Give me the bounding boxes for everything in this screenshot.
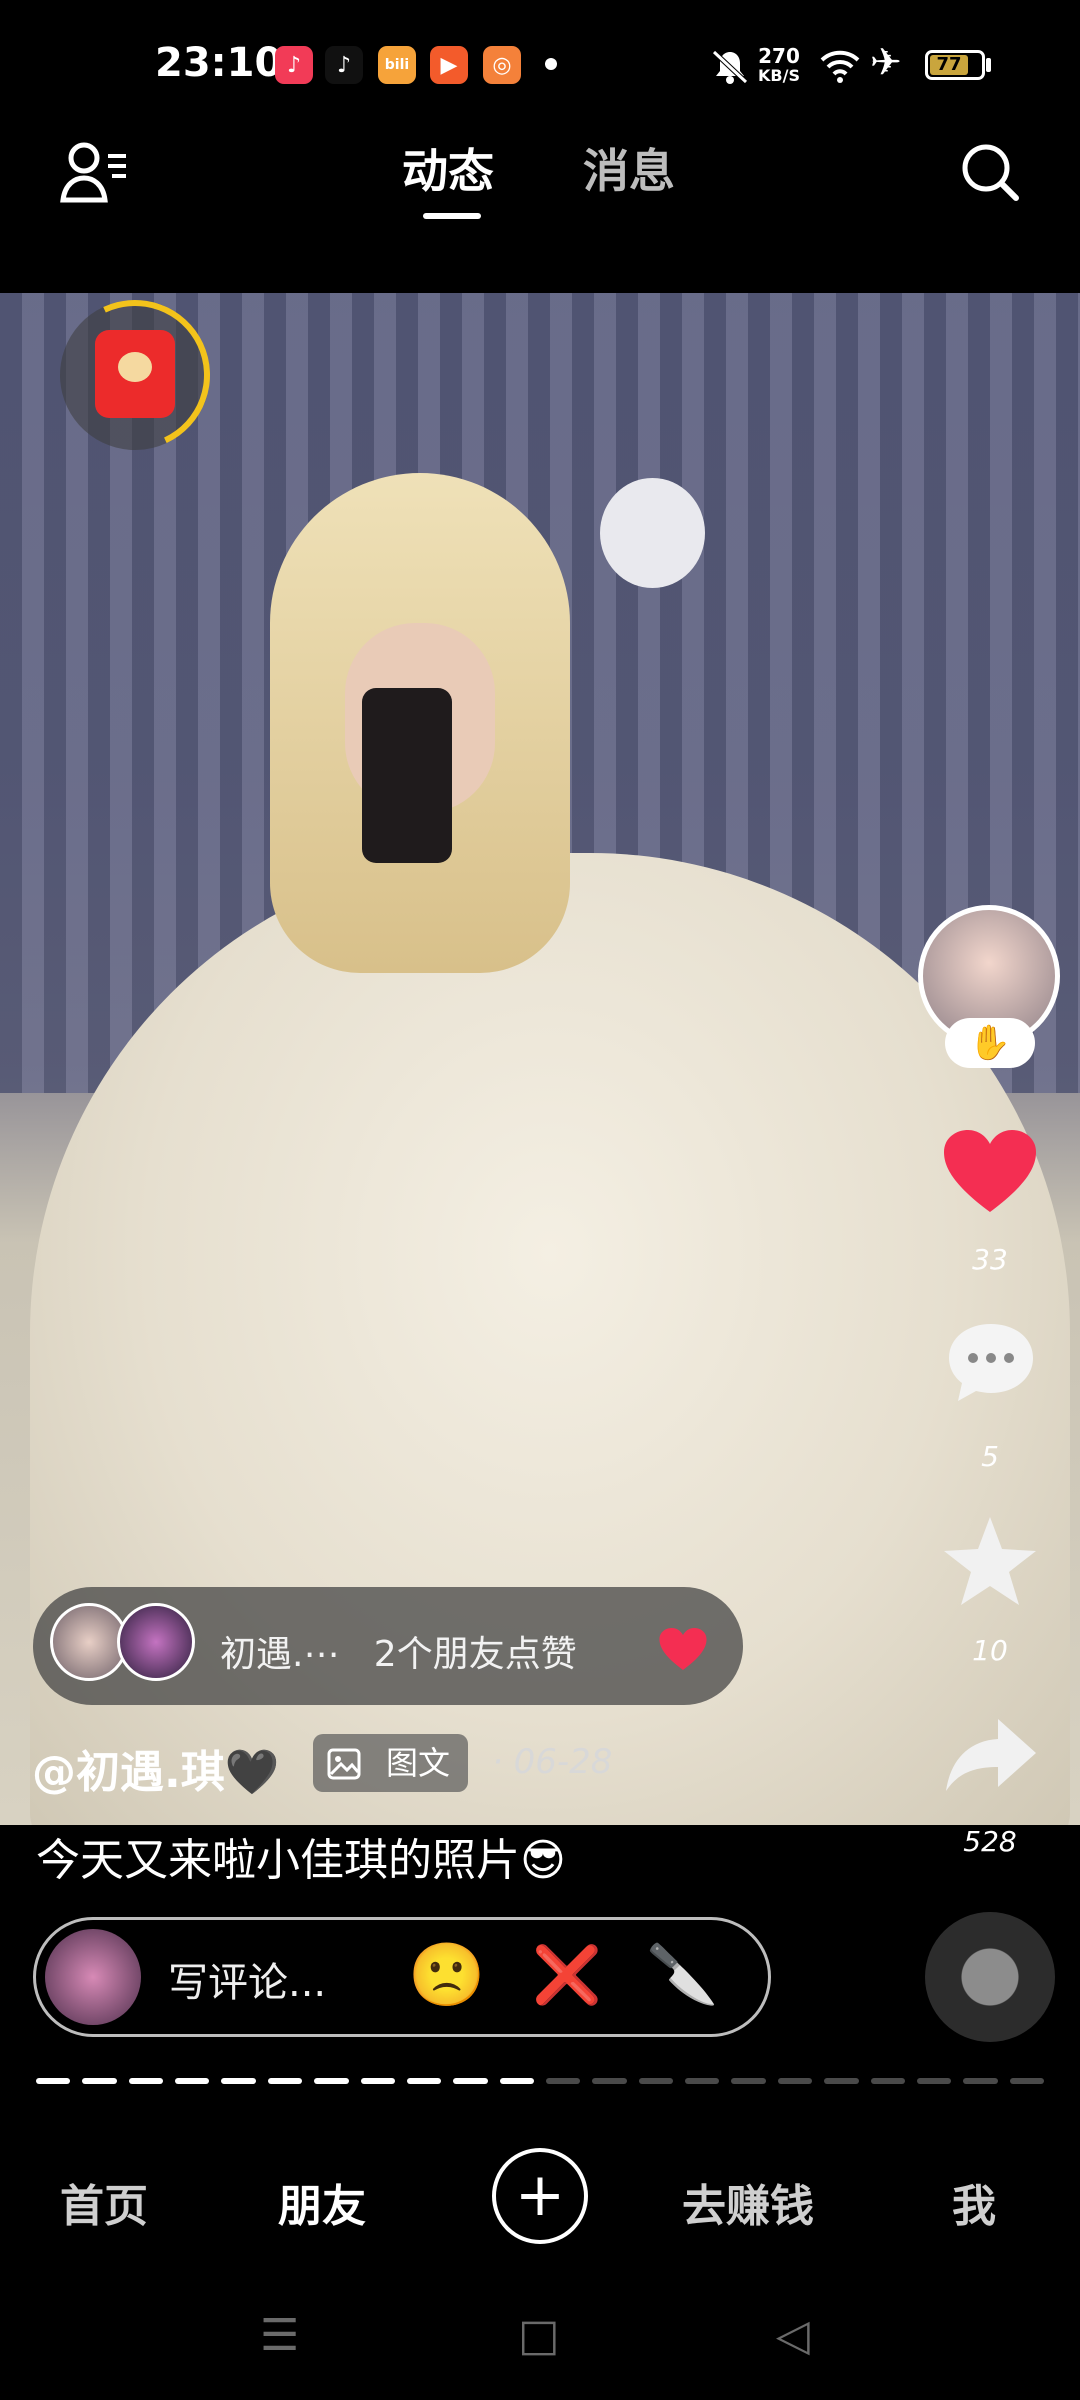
tiktok-icon: ♪ (325, 46, 363, 84)
progress-segment (870, 2078, 905, 2084)
search-icon[interactable] (958, 140, 1022, 204)
emoji-cross-button[interactable]: ❌ (532, 1942, 602, 2008)
progress-segment (685, 2078, 720, 2084)
favorite-count: 10 (972, 1634, 1008, 1667)
emoji-sad-button[interactable]: 🙁 (408, 1938, 485, 2012)
profile-menu-icon[interactable] (60, 140, 130, 204)
wifi-icon (820, 50, 860, 83)
friend-like-heart-icon (659, 1628, 707, 1670)
progress-segment (221, 2078, 256, 2084)
progress-segment (314, 2078, 349, 2084)
video-app-icon: ▶ (430, 46, 468, 84)
progress-segment (360, 2078, 395, 2084)
progress-segment (777, 2078, 813, 2084)
post-caption: 今天又来啦小佳琪的照片😎 (36, 1835, 566, 1886)
user-avatar (45, 1929, 141, 2025)
progress-segment (175, 2078, 210, 2084)
music-app-icon: ♪ (275, 46, 313, 84)
nav-friends[interactable]: 朋友 (278, 2170, 366, 2234)
progress-segment (963, 2078, 998, 2084)
friend-like-summary: 2个朋友点赞 (373, 1634, 577, 1675)
progress-segment (1009, 2078, 1044, 2084)
image-icon (327, 1748, 361, 1780)
comment-count: 5 (981, 1440, 999, 1473)
menu-nav-icon[interactable]: ☰ (260, 2310, 299, 2361)
like-count: 33 (972, 1243, 1008, 1276)
friend-like-name: 初遇.⋯ (220, 1634, 340, 1675)
mute-bell-icon (712, 50, 748, 84)
progress-segment (82, 2078, 117, 2084)
red-packet-coin (118, 352, 152, 382)
network-speed: 270 KB/S (758, 46, 800, 86)
nav-me[interactable]: 我 (952, 2170, 996, 2234)
progress-segment (499, 2078, 534, 2084)
friend-avatar (117, 1603, 195, 1681)
share-count: 528 (963, 1825, 1017, 1858)
back-nav-icon[interactable]: ◁ (776, 2310, 810, 2361)
progress-segment (916, 2078, 952, 2084)
friend-like-text: 初遇.⋯ 2个朋友点赞 (220, 1625, 577, 1677)
post-date: · 06-28 (492, 1742, 613, 1782)
tab-dynamics[interactable]: 动态 (402, 135, 494, 201)
phone-in-hand (362, 688, 452, 863)
comment-input[interactable]: 写评论... (168, 1950, 326, 2008)
progress-segment (406, 2078, 442, 2084)
progress-segment (638, 2078, 674, 2084)
progress-segment (453, 2078, 488, 2084)
comment-icon[interactable] (945, 1320, 1037, 1406)
tab-messages[interactable]: 消息 (583, 135, 675, 201)
sticker-app-icon: ◎ (483, 46, 521, 84)
active-tab-indicator (423, 213, 481, 219)
network-speed-unit: KB/S (758, 66, 800, 85)
progress-segment (36, 2078, 71, 2084)
progress-segment (731, 2078, 766, 2084)
studio-lamp (600, 478, 705, 588)
home-nav-icon[interactable]: □ (518, 2310, 560, 2361)
clock: 23:10 (155, 40, 283, 86)
image-text-label: 图文 (385, 1744, 450, 1782)
share-arrow-icon[interactable] (942, 1715, 1038, 1795)
network-speed-value: 270 (758, 44, 800, 68)
progress-segment (267, 2078, 303, 2084)
emoji-knife-button[interactable]: 🔪 (646, 1940, 718, 2009)
bilibili-icon: bili (378, 46, 416, 84)
nav-earn-money[interactable]: 去赚钱 (682, 2170, 814, 2234)
favorite-star-icon[interactable] (942, 1515, 1038, 1607)
battery-level: 77 (930, 55, 968, 75)
airplane-mode-icon: ✈ (870, 40, 902, 84)
progress-segment (592, 2078, 627, 2084)
create-post-button[interactable]: + (492, 2148, 588, 2244)
progress-segment (546, 2078, 581, 2084)
like-heart-icon[interactable] (942, 1128, 1038, 1214)
nav-home[interactable]: 首页 (60, 2170, 148, 2234)
notification-dot (545, 58, 557, 70)
music-disc-icon[interactable] (925, 1912, 1055, 2042)
wave-follow-button[interactable]: ✋ (945, 1018, 1035, 1068)
author-handle[interactable]: @初遇.琪🖤 (32, 1736, 280, 1800)
status-bar: 23:10 ♪ ♪ bili ▶ ◎ 270 KB/S ✈ 77 (0, 0, 1080, 130)
progress-segment (824, 2078, 859, 2084)
progress-segment (128, 2078, 164, 2084)
battery-cap (986, 58, 991, 72)
